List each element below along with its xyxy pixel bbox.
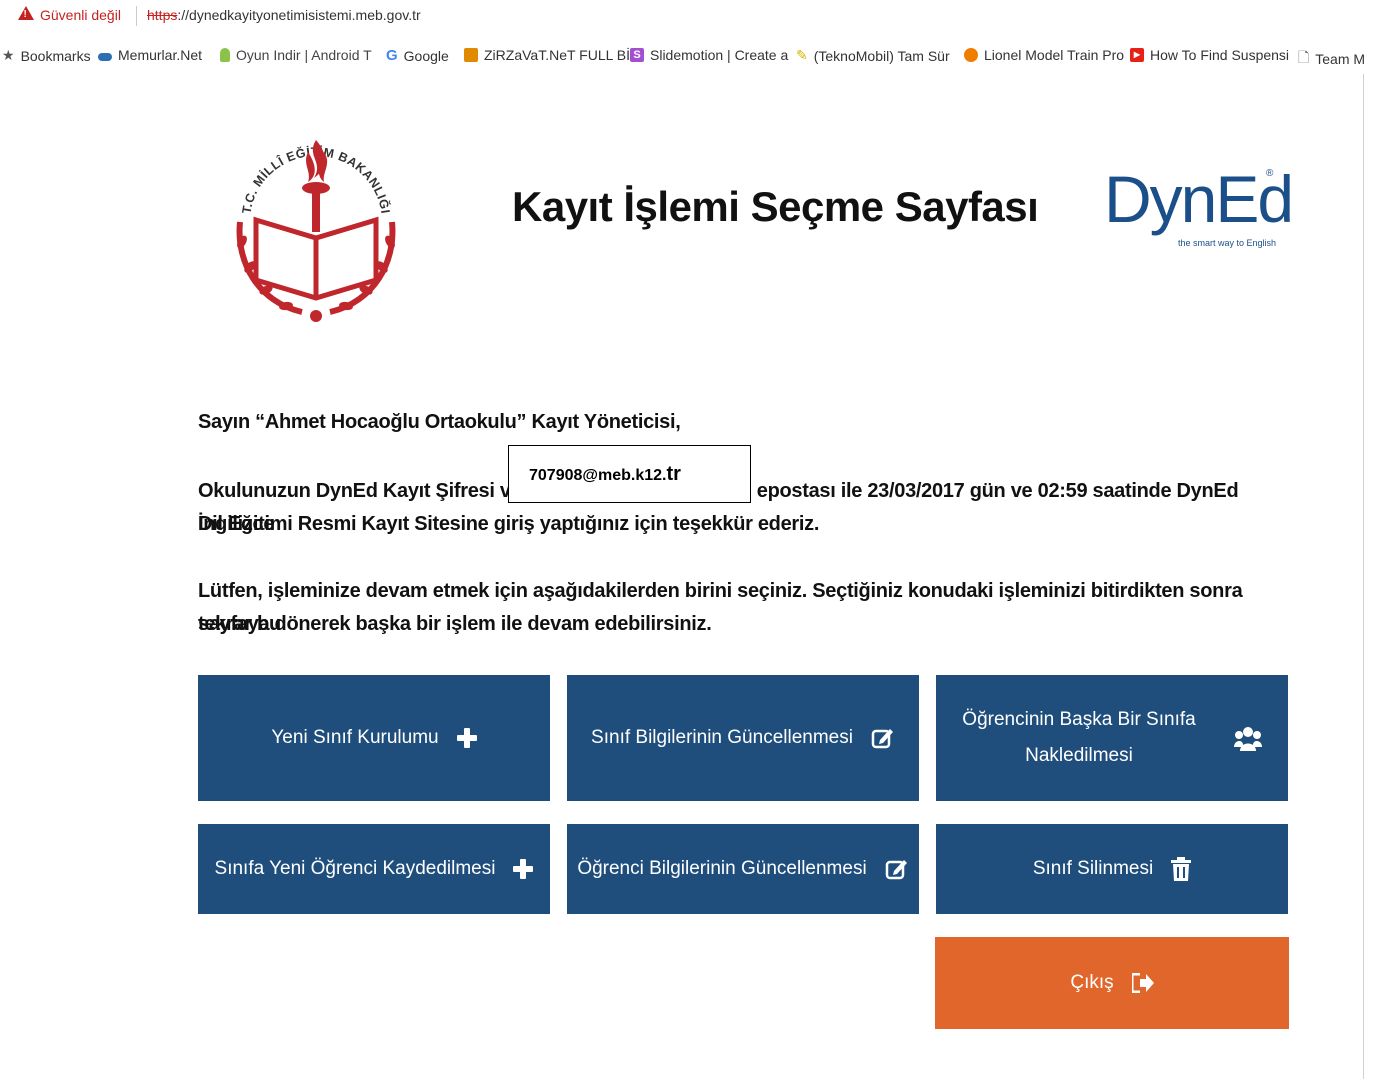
page-title: Kayıt İşlemi Seçme Sayfası	[512, 183, 1039, 230]
bookmark-label: How To Find Suspensi	[1150, 47, 1290, 63]
url-text[interactable]: https://dynedkayityonetimisistemi.meb.go…	[147, 7, 421, 23]
scrollbar-edge	[1363, 74, 1364, 1079]
email-tld: tr	[666, 463, 681, 485]
meb-logo: T.C. MİLLÎ EĞİTİM BAKANLIĞI	[236, 140, 396, 322]
url-scheme: https	[147, 7, 178, 23]
transfer-student-button[interactable]: Öğrencinin Başka Bir Sınıfa Nakledilmesi	[936, 675, 1288, 801]
bookmark-label: Bookmarks	[20, 47, 91, 64]
bookmark-item[interactable]: Oyun Indir | Android T	[220, 47, 372, 63]
edit-icon	[885, 860, 907, 880]
bookmark-item[interactable]: 🗋 Team M	[1298, 47, 1365, 71]
dyned-logo: DynEd ® the smart way to English	[1104, 162, 1294, 248]
new-student-label: Sınıfa Yeni Öğrenci Kaydedilmesi	[214, 858, 496, 879]
bookmark-item[interactable]: Lionel Model Train Pro	[964, 47, 1124, 63]
welcome-line-2: Dil Eğitimi Resmi Kayıt Sitesine giriş y…	[198, 513, 820, 535]
dyned-wordmark: DynEd	[1104, 162, 1294, 236]
slidemotion-icon: S	[630, 48, 644, 62]
email-box: 707908@meb.k12.tr	[508, 445, 751, 503]
bookmarks-bar: ★ Bookmarks Memurlar.Net Oyun Indir | An…	[0, 40, 1390, 72]
new-class-button[interactable]: Yeni Sınıf Kurulumu	[198, 675, 550, 801]
bookmark-label: (TeknoMobil) Tam Sür	[813, 47, 950, 64]
star-icon: ★	[2, 47, 15, 63]
delete-class-button[interactable]: Sınıf Silinmesi	[936, 824, 1288, 914]
page-icon: 🗋	[1298, 49, 1310, 65]
google-icon: G	[386, 47, 398, 64]
android-icon	[220, 48, 230, 62]
plus-icon	[513, 859, 534, 879]
security-label[interactable]: Güvenli değil	[40, 7, 121, 23]
new-student-button[interactable]: Sınıfa Yeni Öğrenci Kaydedilmesi	[198, 824, 550, 914]
url-host: ://dynedkayityonetimisistemi.meb.gov.tr	[177, 7, 421, 23]
delete-class-label: Sınıf Silinmesi	[1032, 858, 1154, 879]
bookmark-item[interactable]: ZiRZaVaT.NeT FULL Bİ	[464, 47, 630, 63]
youtube-icon: ▶	[1130, 48, 1144, 62]
update-class-button[interactable]: Sınıf Bilgilerinin Güncellenmesi	[567, 675, 919, 801]
users-icon	[1233, 727, 1262, 751]
bookmark-item[interactable]: G Google	[386, 47, 449, 64]
transfer-label-line-1: Öğrencinin Başka Bir Sınıfa	[962, 709, 1196, 730]
update-student-label: Öğrenci Bilgilerinin Güncellenmesi	[577, 858, 867, 879]
bookmark-label: Memurlar.Net	[118, 47, 203, 63]
transfer-label-line-2: Nakledilmesi	[1025, 745, 1133, 766]
email-address: 707908@meb.k12.	[529, 467, 667, 484]
address-separator	[136, 6, 137, 26]
warning-mark: !	[23, 9, 27, 20]
greeting: Sayın “Ahmet Hocaoğlu Ortaokulu” Kayıt Y…	[198, 411, 681, 433]
pencil-icon: ✎	[796, 47, 808, 63]
bookmark-label: Oyun Indir | Android T	[236, 47, 372, 63]
bookmark-item[interactable]: ★ Bookmarks	[2, 47, 91, 64]
bookmark-label: Google	[403, 47, 449, 64]
edit-icon	[871, 729, 893, 749]
bookmark-label: Slidemotion | Create a	[650, 47, 789, 63]
transfer-student-label: Öğrencinin Başka Bir Sınıfa Nakledilmesi	[962, 702, 1195, 774]
sign-out-icon	[1131, 973, 1154, 993]
logout-label: Çıkış	[1070, 972, 1114, 993]
logout-button[interactable]: Çıkış	[935, 937, 1289, 1029]
film-icon	[464, 48, 478, 62]
update-student-button[interactable]: Öğrenci Bilgilerinin Güncellenmesi	[567, 824, 919, 914]
plus-icon	[456, 728, 477, 748]
bookmark-item[interactable]: S Slidemotion | Create a	[630, 47, 788, 63]
address-bar[interactable]: ! Güvenli değil https://dynedkayityoneti…	[0, 0, 1390, 36]
instructions-line-2: sayfaya dönerek başka bir işlem ile deva…	[198, 613, 712, 635]
registered-mark: ®	[1266, 168, 1274, 179]
trash-icon	[1171, 857, 1192, 881]
bookmark-item[interactable]: Memurlar.Net	[98, 47, 202, 63]
site-icon	[964, 48, 978, 62]
bookmark-label: Team M	[1315, 51, 1366, 67]
site-icon	[98, 52, 112, 61]
bookmark-label: ZiRZaVaT.NeT FULL Bİ	[484, 47, 631, 63]
dyned-tagline: the smart way to English	[1178, 238, 1277, 248]
welcome-line-1-start: Okulunuzun DynEd Kayıt Şifresi ve	[198, 480, 527, 502]
bookmark-label: Lionel Model Train Pro	[984, 47, 1125, 63]
update-class-label: Sınıf Bilgilerinin Güncellenmesi	[591, 727, 853, 748]
bookmark-item[interactable]: ✎ (TeknoMobil) Tam Sür	[796, 47, 950, 64]
new-class-label: Yeni Sınıf Kurulumu	[271, 727, 439, 748]
bookmark-item[interactable]: ▶ How To Find Suspensi	[1130, 47, 1289, 63]
